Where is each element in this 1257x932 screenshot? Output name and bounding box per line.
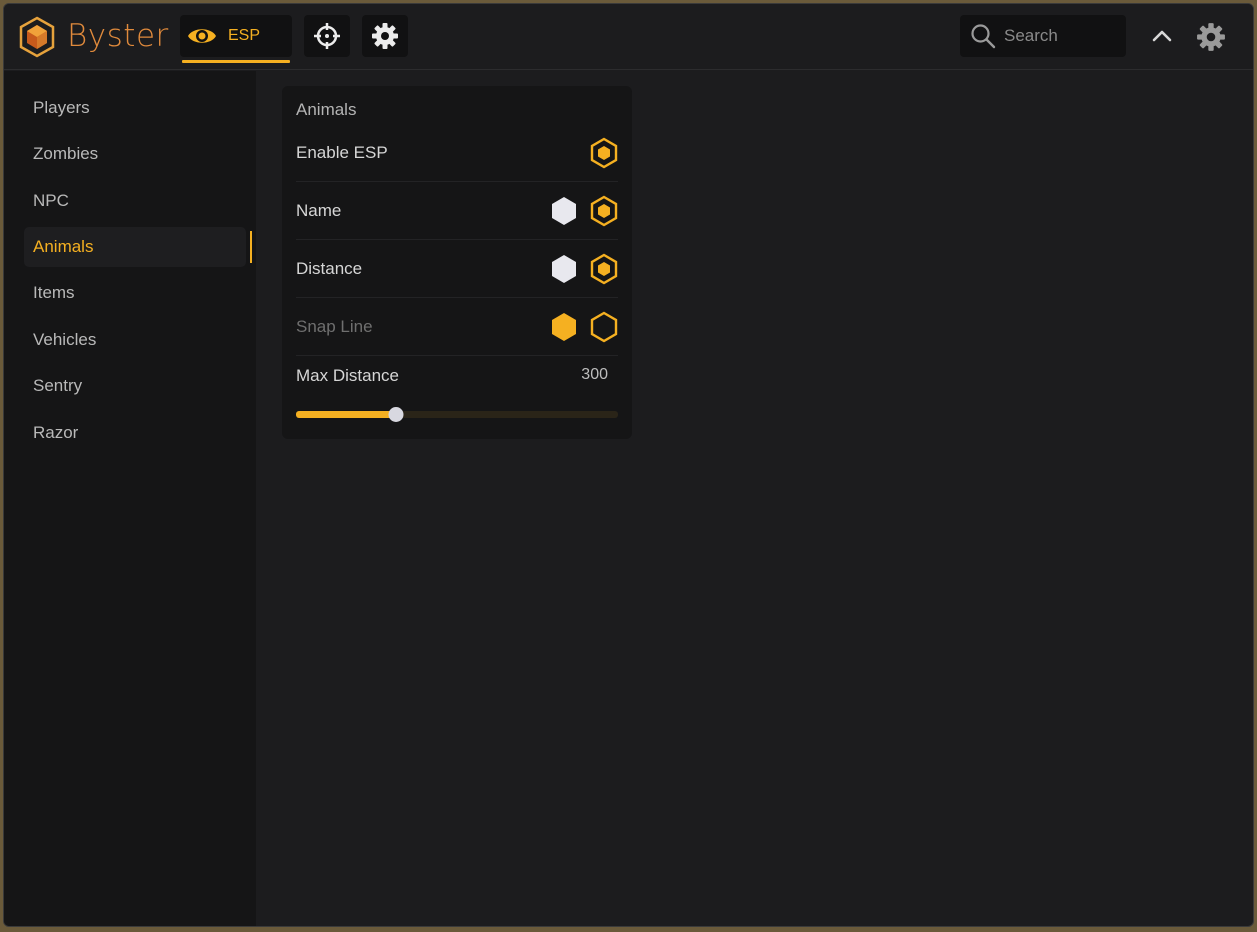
header-bar: Byster ESP [4, 4, 1253, 70]
settings-gear-icon[interactable] [1196, 22, 1226, 52]
distance-color-swatch-icon[interactable] [550, 253, 578, 285]
setting-label: Enable ESP [296, 142, 388, 162]
slider-fill [296, 411, 396, 418]
card-title: Animals [296, 100, 357, 119]
setting-row-distance: Distance [296, 240, 618, 298]
eye-icon [188, 29, 216, 43]
byster-logo-icon [19, 16, 55, 58]
distance-toggle-icon[interactable] [590, 253, 618, 285]
slider-value: 300 [581, 366, 608, 383]
sidebar: Players Zombies NPC Animals Items Vehicl… [4, 71, 256, 926]
brand-name: Byster [67, 18, 169, 54]
setting-label: Distance [296, 258, 363, 278]
setting-row-name: Name [296, 182, 618, 240]
search-box[interactable] [960, 15, 1126, 57]
tab-esp[interactable]: ESP [180, 15, 292, 63]
slider-track[interactable] [296, 407, 618, 422]
snap-line-toggle-icon[interactable] [590, 311, 618, 343]
sidebar-item-players[interactable]: Players [24, 88, 246, 128]
tab-settings[interactable] [362, 15, 408, 57]
setting-row-snap-line: Snap Line [296, 298, 618, 356]
name-color-swatch-icon[interactable] [550, 195, 578, 227]
crosshair-icon [314, 23, 340, 49]
snap-line-color-swatch-icon[interactable] [550, 311, 578, 343]
slider-handle[interactable] [388, 407, 404, 422]
sidebar-item-animals[interactable]: Animals [24, 227, 252, 267]
search-input[interactable] [1004, 26, 1114, 46]
slider-label: Max Distance [296, 366, 399, 385]
name-toggle-icon[interactable] [590, 195, 618, 227]
chevron-up-icon[interactable] [1148, 24, 1176, 48]
sidebar-item-items[interactable]: Items [24, 273, 246, 313]
tab-esp-label: ESP [228, 27, 261, 44]
search-icon [971, 24, 996, 49]
setting-label: Name [296, 200, 342, 220]
setting-row-enable-esp: Enable ESP [296, 124, 618, 182]
sidebar-item-zombies[interactable]: Zombies [24, 134, 246, 174]
sidebar-item-npc[interactable]: NPC [24, 181, 246, 221]
sidebar-item-vehicles[interactable]: Vehicles [24, 320, 246, 360]
app-window: Byster ESP Search Players Zombies NPC An… [3, 3, 1254, 927]
gear-icon [372, 23, 398, 49]
max-distance-slider-row: Max Distance 300 [296, 362, 618, 422]
sidebar-item-razor[interactable]: Razor [24, 413, 246, 453]
sidebar-item-sentry[interactable]: Sentry [24, 366, 246, 406]
animals-settings-card: Animals Enable ESP Name Distance Snap Li… [282, 86, 632, 439]
setting-label: Snap Line [296, 316, 373, 336]
active-tab-underline [182, 60, 290, 63]
enable-esp-toggle-icon[interactable] [590, 137, 618, 169]
tab-aim[interactable] [304, 15, 350, 57]
